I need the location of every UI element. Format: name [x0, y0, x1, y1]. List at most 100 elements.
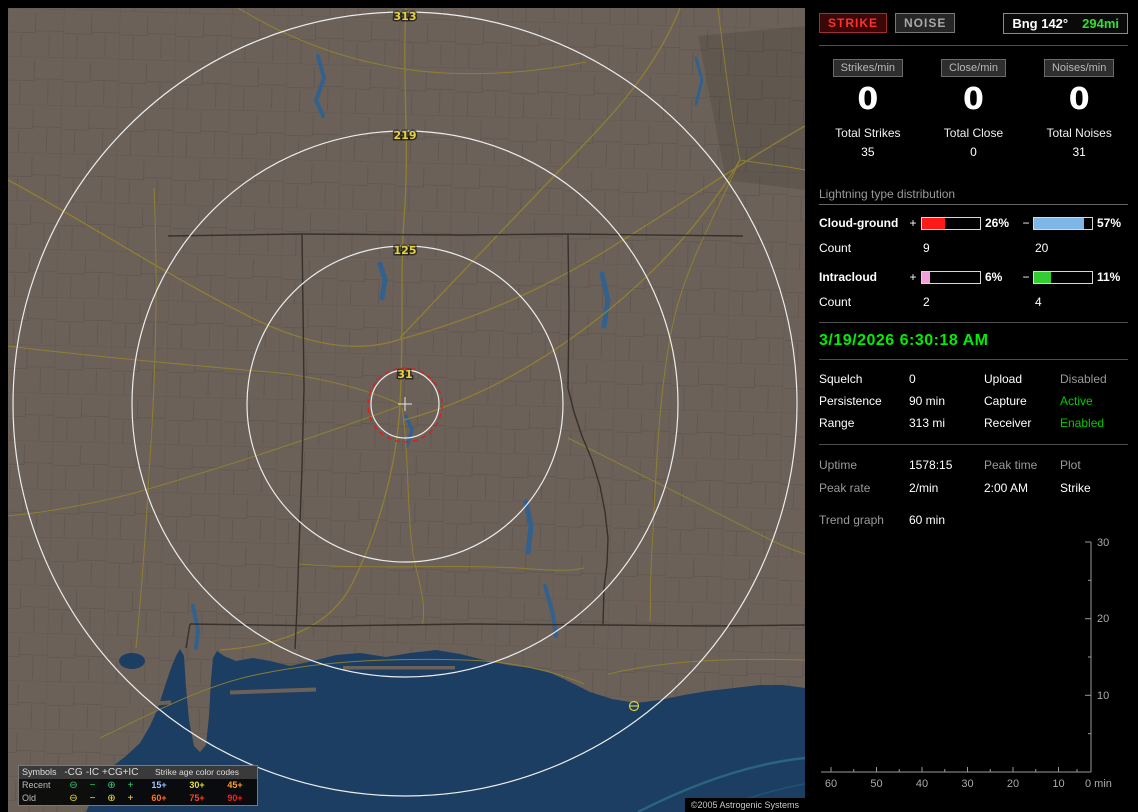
legend-old-label: Old: [22, 793, 37, 803]
pos-ic-recent-icon: +: [127, 780, 134, 791]
legend-col-neg-cg: -CG: [64, 767, 83, 778]
peak-time-value: 2:00 AM: [984, 481, 1029, 495]
receiver-status: Enabled: [1060, 416, 1105, 430]
strikes-counter: Strikes/min 0 Total Strikes 35: [819, 59, 917, 159]
close-per-min-header: Close/min: [941, 59, 1006, 77]
pos-ic-old-icon: +: [127, 793, 134, 804]
minus-sign: −: [1022, 216, 1030, 230]
cg-minus-bar: [1033, 216, 1093, 230]
ic-plus-count: 2: [923, 295, 930, 309]
peak-rate-value: 2/min: [909, 481, 939, 495]
ring-label-31: 31: [397, 368, 412, 381]
legend-col-pos-ic: +IC: [122, 767, 139, 778]
cloud-ground-label: Cloud-ground: [819, 216, 899, 230]
neg-ic-old-icon: −: [89, 793, 96, 804]
x-tick-50: 50: [870, 778, 882, 790]
legend-row-recent: Recent ⊖ − ⊕ + 15+ 30+ 45+: [19, 779, 257, 792]
x-tick-10: 10: [1052, 778, 1064, 790]
age-60: 60+: [151, 793, 167, 803]
cg-count-label: Count: [819, 241, 852, 255]
cg-plus-pct: 26%: [985, 216, 1010, 230]
legend-header: Symbols -CG -IC +CG +IC Strike age color…: [19, 766, 257, 779]
x-tick-60: 60: [825, 778, 837, 790]
intracloud-label: Intracloud: [819, 270, 878, 284]
trend-graph: 30 20 10 60 50 40 30 20 10 0 min: [821, 537, 1112, 790]
total-noises-value: 31: [1072, 145, 1086, 159]
strike-mode-button[interactable]: STRIKE: [819, 13, 888, 33]
squelch-value: 0: [909, 372, 916, 386]
rate-counters: Strikes/min 0 Total Strikes 35 Close/min…: [819, 59, 1128, 159]
total-strikes-label: Total Strikes: [835, 126, 901, 140]
noises-counter: Noises/min 0 Total Noises 31: [1030, 59, 1128, 159]
y-tick-30: 30: [1097, 537, 1109, 549]
capture-label: Capture: [984, 394, 1027, 408]
noises-per-min-header: Noises/min: [1043, 59, 1115, 77]
trend-graph-label: Trend graph: [819, 513, 884, 527]
cg-plus-bar: [921, 216, 981, 230]
cg-minus-count: 20: [1035, 241, 1049, 255]
intracloud-count-row: Count 2 4: [819, 295, 1128, 309]
map-legend: Symbols -CG -IC +CG +IC Strike age color…: [18, 765, 258, 806]
trend-graph-row: Trend graph 60 min: [819, 513, 1128, 527]
cg-minus-pct: 57%: [1097, 216, 1122, 230]
legend-col-neg-ic: -IC: [85, 767, 100, 778]
app-window: 313 219 125 31 Symbols -CG -IC +CG +IC S…: [0, 0, 1138, 812]
ic-count-label: Count: [819, 295, 852, 309]
age-75: 75+: [189, 793, 205, 803]
squelch-label: Squelch: [819, 372, 863, 386]
x-tick-30: 30: [961, 778, 973, 790]
x-tick-40: 40: [916, 778, 928, 790]
peak-time-label: Peak time: [984, 458, 1038, 472]
noises-per-min-value: 0: [1068, 82, 1090, 117]
stats-grid: Uptime 1578:15 Peak time Plot Peak rate …: [819, 458, 1128, 495]
bearing-distance: 294mi: [1082, 15, 1119, 31]
uptime-value: 1578:15: [909, 458, 953, 472]
legend-symbols-title: Symbols: [22, 767, 57, 777]
ic-minus-pct: 11%: [1097, 270, 1121, 284]
strikes-per-min-value: 0: [857, 82, 879, 117]
status-panel: STRIKE NOISE Bng 142° 294mi Strikes/min …: [813, 0, 1138, 812]
persistence-label: Persistence: [819, 394, 882, 408]
legend-age-title: Strike age color codes: [154, 767, 240, 777]
plot-label: Plot: [1060, 458, 1081, 472]
ic-plus-bar: [921, 270, 981, 284]
cloud-ground-row: Cloud-ground + 26% − 57%: [819, 216, 1128, 230]
total-close-value: 0: [970, 145, 977, 159]
neg-ic-recent-icon: −: [89, 780, 96, 791]
noise-mode-button[interactable]: NOISE: [895, 13, 956, 33]
ring-label-313: 313: [394, 10, 417, 23]
legend-row-old: Old ⊖ − ⊕ + 60+ 75+ 90+: [19, 792, 257, 805]
total-close-label: Total Close: [943, 126, 1004, 140]
neg-cg-old-icon: ⊖: [69, 793, 78, 804]
intracloud-row: Intracloud + 6% − 11%: [819, 270, 1128, 284]
y-tick-10: 10: [1097, 690, 1109, 702]
current-datetime: 3/19/2026 6:30:18 AM: [819, 332, 989, 349]
upload-label: Upload: [984, 372, 1023, 386]
ring-label-125: 125: [394, 244, 417, 257]
range-value: 313 mi: [909, 416, 946, 430]
plus-sign: +: [909, 216, 917, 230]
mode-toolbar: STRIKE NOISE Bng 142° 294mi: [819, 12, 1128, 34]
age-30: 30+: [189, 780, 205, 790]
x-tick-20: 20: [1007, 778, 1019, 790]
bearing-readout: Bng 142° 294mi: [1003, 12, 1128, 34]
distribution-title: Lightning type distribution: [819, 187, 1128, 205]
ic-minus-count: 4: [1035, 295, 1042, 309]
persistence-value: 90 min: [909, 394, 946, 408]
pos-cg-recent-icon: ⊕: [107, 780, 116, 791]
age-45: 45+: [227, 780, 243, 790]
upload-status: Disabled: [1060, 372, 1107, 386]
lightning-map: 313 219 125 31 Symbols -CG -IC +CG +IC S…: [8, 8, 805, 812]
cg-plus-count: 9: [923, 241, 930, 255]
strikes-per-min-header: Strikes/min: [832, 59, 904, 77]
neg-cg-recent-icon: ⊖: [69, 780, 78, 791]
range-label: Range: [819, 416, 855, 430]
close-counter: Close/min 0 Total Close 0: [925, 59, 1023, 159]
uptime-label: Uptime: [819, 458, 858, 472]
ring-label-219: 219: [394, 129, 417, 142]
age-90: 90+: [227, 793, 243, 803]
minus-sign: −: [1022, 270, 1030, 284]
pos-cg-old-icon: ⊕: [107, 793, 116, 804]
capture-status: Active: [1060, 394, 1093, 408]
bearing-value: Bng 142°: [1012, 15, 1069, 31]
